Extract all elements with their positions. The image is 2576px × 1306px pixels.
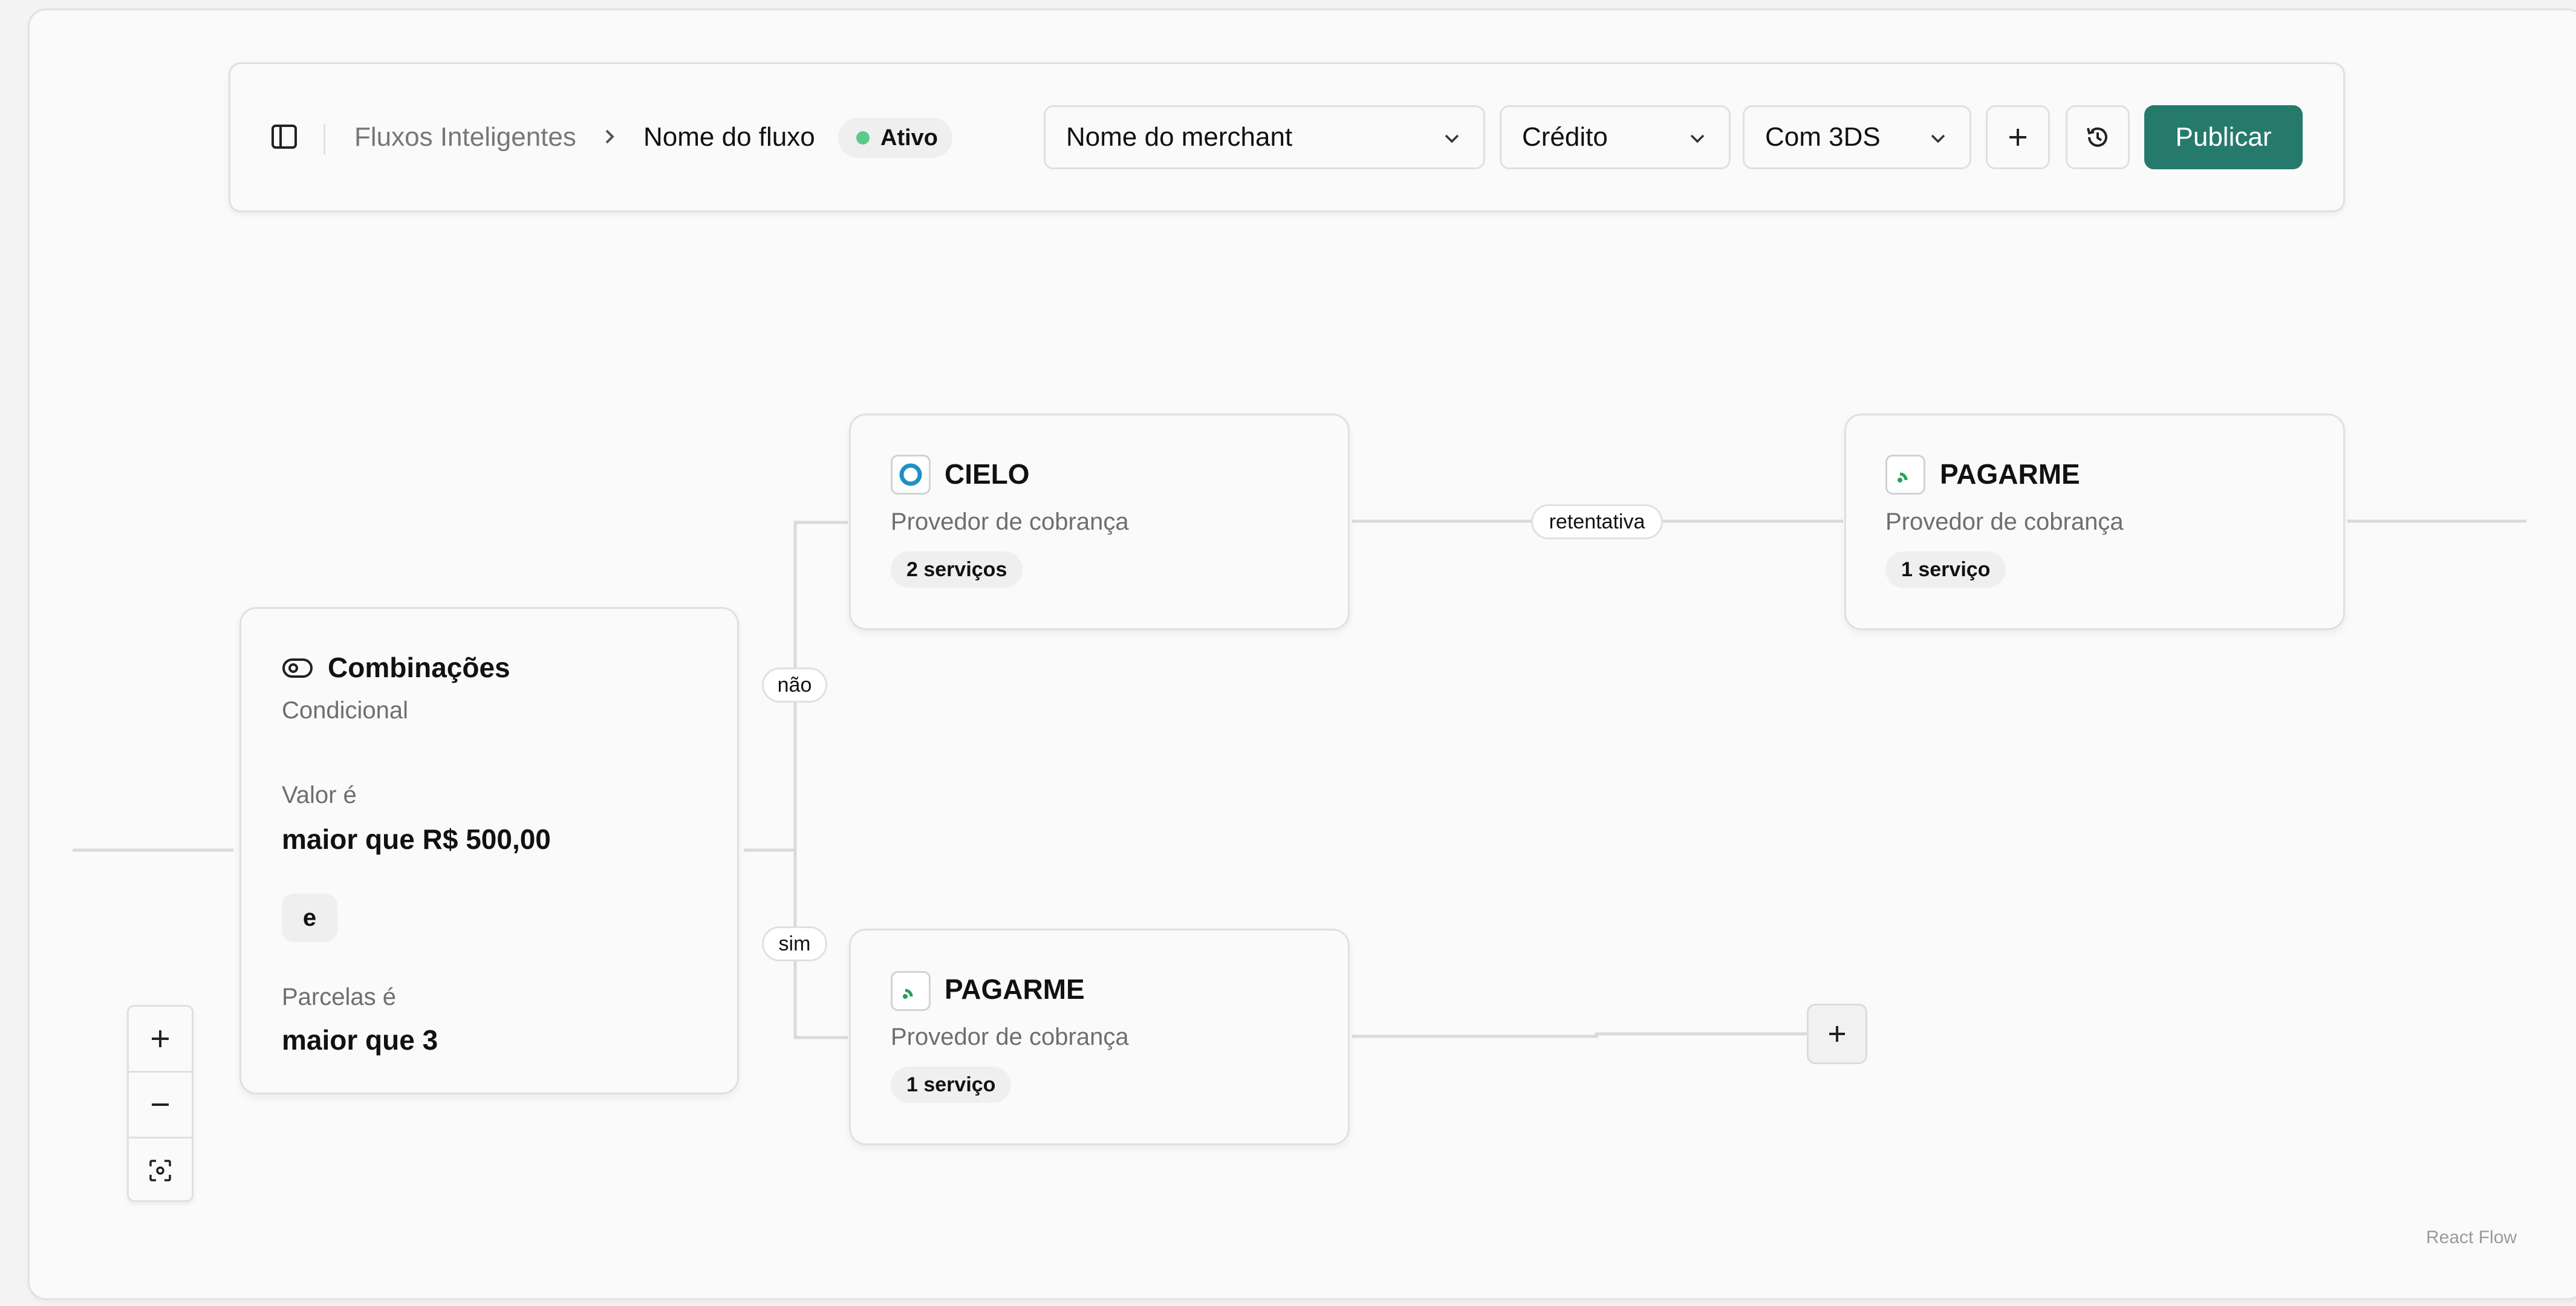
edge-pagarme-add [1352,1032,1807,1038]
fit-view-button[interactable] [129,1139,192,1203]
pagarme-retry-title: PAGARME [1940,458,2080,490]
rule2-label: Parcelas é [282,984,396,1010]
status-badge: Ativo [838,118,952,158]
pagarme-logo [1885,455,1925,495]
history-icon [2087,127,2107,147]
zoom-in-button[interactable] [129,1007,192,1071]
zoom-controls [127,1005,194,1202]
pagarme-retry-subtitle: Provedor de cobrança [1885,508,2124,535]
rule2-value: maior que 3 [282,1024,438,1056]
auth-select[interactable]: Com 3DS [1743,105,1971,169]
status-dot-icon [856,131,870,145]
pagarme-yes-services-badge: 1 serviço [891,1067,1012,1103]
edge-label-no: não [762,668,827,703]
cielo-logo [891,455,931,495]
pagarme-logo [891,971,931,1011]
add-node-button[interactable] [1807,1004,1867,1064]
operator-badge: e [282,894,337,942]
chevron-down-icon [1445,134,1459,143]
payment-method-value: Crédito [1522,122,1608,152]
toggle-icon [282,656,313,680]
fit-view-icon [149,1160,171,1181]
edge-label-yes: sim [762,926,827,961]
add-button[interactable] [1986,105,2050,169]
chevron-down-icon [1690,134,1705,143]
pagarme-yes-subtitle: Provedor de cobrança [891,1024,1129,1050]
cielo-title: CIELO [945,458,1030,490]
breadcrumb-chevron-icon [599,126,620,148]
zoom-out-button[interactable] [129,1073,192,1137]
rule1-label: Valor é [282,782,357,808]
breadcrumb-root[interactable]: Fluxos Inteligentes [354,122,576,152]
merchant-select-value: Nome do merchant [1066,122,1293,152]
auth-select-value: Com 3DS [1765,122,1881,152]
history-button[interactable] [2066,105,2130,169]
chevron-down-icon [1931,134,1945,143]
condition-subtitle: Condicional [282,697,409,724]
cielo-subtitle: Provedor de cobrança [891,508,1129,535]
breadcrumb-current: Nome do fluxo [643,122,815,152]
ring-icon [899,463,922,486]
plus-icon [152,1030,169,1047]
edge-label-retry: retentativa [1531,504,1663,539]
condition-title: Combinações [328,652,510,683]
payment-method-select[interactable]: Crédito [1500,105,1731,169]
sidebar-toggle-icon[interactable] [270,122,299,151]
pagarme-yes-title: PAGARME [945,973,1085,1005]
plus-icon [2009,129,2026,146]
cielo-services-badge: 2 serviços [891,551,1023,588]
pagarme-retry-services-badge: 1 serviço [1885,551,2006,588]
merchant-select[interactable]: Nome do merchant [1044,105,1485,169]
minus-icon [152,1103,169,1106]
rule1-value: maior que R$ 500,00 [282,824,551,855]
toolbar-divider [324,124,325,154]
signal-icon [903,989,913,999]
publish-button[interactable]: Publicar [2144,105,2303,169]
react-flow-attribution[interactable]: React Flow [2426,1227,2517,1248]
status-label: Ativo [880,125,938,151]
signal-icon [1898,472,1908,482]
plus-icon [1829,1026,1845,1042]
